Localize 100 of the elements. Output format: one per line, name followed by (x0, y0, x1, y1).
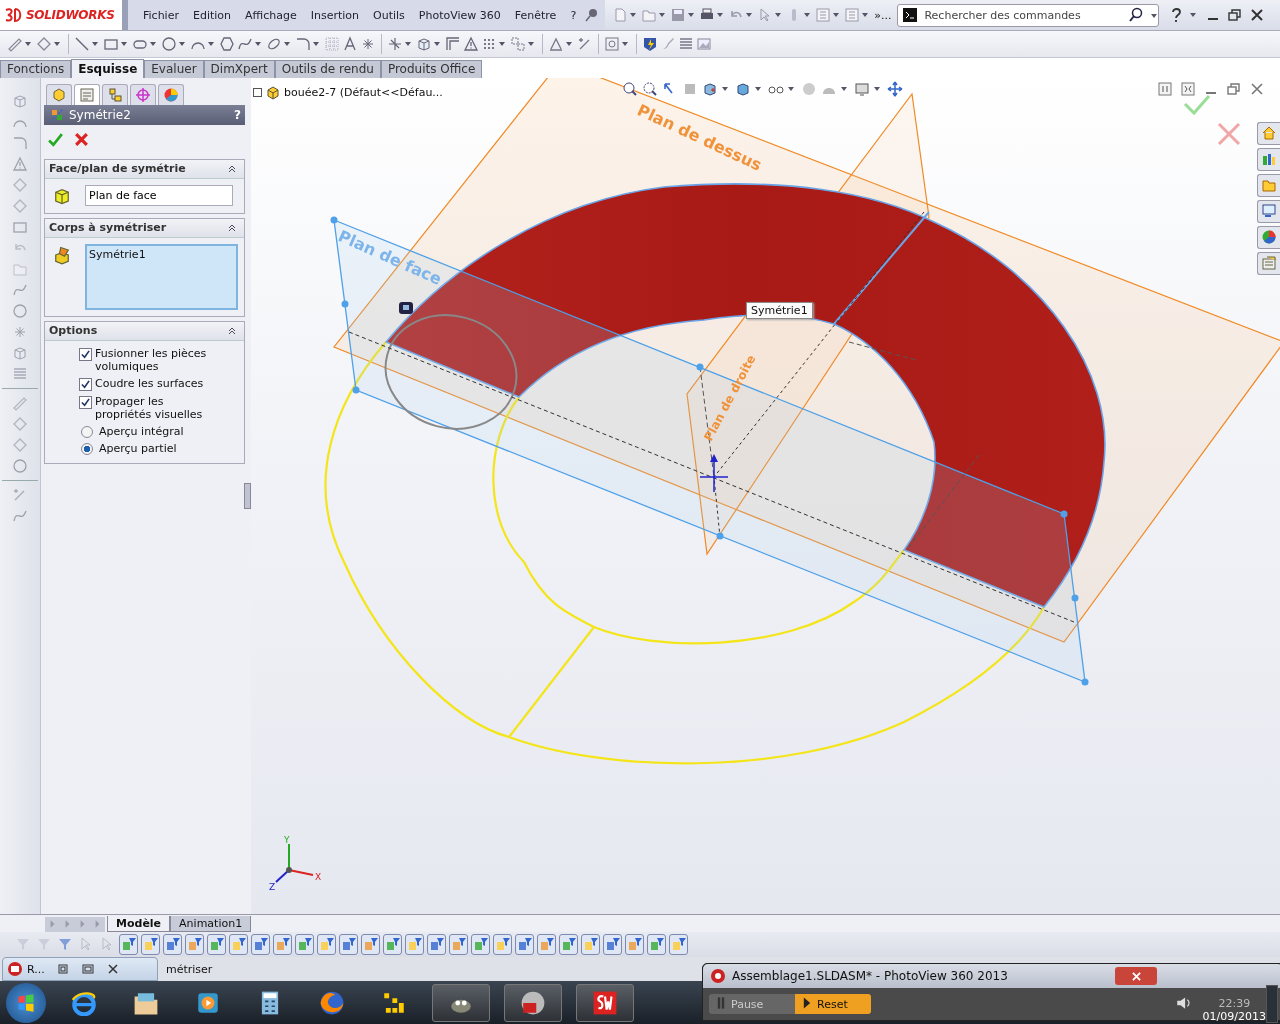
radio-button[interactable] (81, 425, 93, 438)
confirm-checkmark-icon[interactable] (1183, 94, 1211, 115)
properties-icon[interactable] (1257, 251, 1280, 275)
selection-filter-icon[interactable] (471, 933, 490, 955)
selection-filter-icon[interactable] (537, 933, 556, 955)
zoom-area-icon[interactable] (641, 79, 659, 98)
menu-item[interactable]: ? (563, 8, 584, 22)
offset-icon[interactable] (444, 34, 462, 53)
dropdown-arrow-icon[interactable] (874, 86, 880, 91)
polygon-icon[interactable] (218, 34, 236, 53)
cancel-x-icon[interactable] (72, 130, 90, 149)
menu-item[interactable]: Fenêtre (507, 8, 564, 22)
clock-date[interactable]: 01/09/2013 (1202, 1009, 1266, 1023)
menu-item[interactable]: Edition (185, 8, 238, 22)
selection-filter-icon[interactable] (273, 933, 292, 955)
tab[interactable]: Produits Office (380, 59, 483, 78)
dropdown-arrow-icon[interactable] (717, 13, 724, 17)
selection-filter-icon[interactable] (493, 933, 512, 955)
dropdown-arrow-icon[interactable] (746, 13, 753, 17)
selection-filter-icon[interactable] (405, 933, 424, 955)
menu-item[interactable]: Insertion (303, 8, 366, 22)
feature-tree-item[interactable]: bouée2-7 (Défaut<<Défau... (284, 86, 443, 100)
selection-filter-icon[interactable] (427, 933, 446, 955)
selection-filter-icon[interactable] (647, 933, 666, 955)
dropdown-arrow-icon[interactable] (659, 13, 666, 17)
more-commands[interactable]: »... (874, 8, 892, 22)
dropdown-arrow-icon[interactable] (179, 41, 185, 46)
dropdown-arrow-icon[interactable] (121, 41, 127, 46)
splitter-handle[interactable] (244, 482, 251, 509)
start-button[interactable] (6, 982, 46, 1023)
list-item[interactable]: Symétrie1 (89, 247, 234, 261)
split-view-icon[interactable] (1179, 79, 1197, 98)
selection-filter-icon[interactable] (207, 933, 226, 955)
dropdown-arrow-icon[interactable] (255, 41, 261, 46)
selection-filter-icon[interactable] (449, 933, 468, 955)
dropdown-arrow-icon[interactable] (54, 41, 60, 46)
selection-filter-icon[interactable] (295, 933, 314, 955)
tab[interactable]: Animation1 (170, 915, 252, 932)
feature-tree-tab-icon[interactable] (46, 83, 72, 105)
selection-filter-icon[interactable] (625, 933, 644, 955)
dropdown-arrow-icon[interactable] (405, 41, 411, 46)
close-button[interactable] (1115, 967, 1157, 986)
dropdown-arrow-icon[interactable] (755, 86, 761, 91)
checkbox[interactable] (79, 395, 92, 409)
dropdown-arrow-icon[interactable] (630, 13, 637, 17)
dropdown-arrow-icon[interactable] (434, 41, 440, 46)
expand-box-icon[interactable] (253, 88, 262, 98)
reset-button[interactable]: Reset (795, 994, 871, 1015)
tab[interactable]: Esquisse (71, 58, 145, 78)
selection-filter-icon[interactable] (559, 933, 578, 955)
pan-arrows-icon[interactable] (886, 79, 904, 98)
selection-filter-icon[interactable] (185, 933, 204, 955)
selection-filter-icon[interactable] (229, 933, 248, 955)
dropdown-arrow-icon[interactable] (1151, 13, 1158, 18)
selection-list-box[interactable]: Symétrie1 (85, 243, 238, 310)
menu-item[interactable]: Affichage (238, 8, 304, 22)
dropdown-arrow-icon[interactable] (688, 13, 695, 17)
selection-filter-icon[interactable] (383, 933, 402, 955)
color-wheel-tab-icon[interactable] (158, 83, 184, 105)
checkbox[interactable] (79, 347, 92, 361)
checkbox[interactable] (79, 377, 92, 391)
minimized-window[interactable]: R... (2, 957, 158, 982)
dropdown-arrow-icon[interactable] (804, 13, 811, 17)
split-view-icon[interactable] (1156, 79, 1174, 98)
dropdown-arrow-icon[interactable] (528, 41, 534, 46)
selection-filter-icon[interactable] (251, 933, 270, 955)
selection-filter-icon[interactable] (669, 933, 688, 955)
dropdown-arrow-icon[interactable] (622, 41, 628, 46)
selection-filter-icon[interactable] (581, 933, 600, 955)
dropdown-arrow-icon[interactable] (862, 13, 869, 17)
dropdown-arrow-icon[interactable] (722, 86, 728, 91)
tab[interactable]: Outils de rendu (274, 59, 381, 78)
tab[interactable]: DimXpert (203, 59, 275, 78)
menu-item[interactable]: Outils (366, 8, 412, 22)
dropdown-arrow-icon[interactable] (284, 41, 290, 46)
show-desktop-button[interactable] (1266, 985, 1278, 1024)
view-palette-icon[interactable] (1257, 199, 1280, 223)
home-icon[interactable] (1257, 121, 1280, 145)
search-field[interactable]: Rechercher des commandes (897, 3, 1160, 27)
tab[interactable]: Fonctions (0, 59, 72, 78)
selection-filter-icon[interactable] (515, 933, 534, 955)
dropdown-arrow-icon[interactable] (92, 41, 98, 46)
crosshair-tab-icon[interactable] (130, 83, 156, 105)
tab[interactable]: Evaluer (144, 59, 204, 78)
dropdown-arrow-icon[interactable] (566, 41, 572, 46)
selection-filter-icon[interactable] (141, 933, 160, 955)
dropdown-arrow-icon[interactable] (775, 13, 782, 17)
selection-filter-icon[interactable] (361, 933, 380, 955)
menu-item[interactable]: Fichier (136, 8, 186, 22)
selection-filter-icon[interactable] (603, 933, 622, 955)
pause-button[interactable]: Pause (709, 994, 795, 1015)
dropdown-arrow-icon[interactable] (833, 13, 840, 17)
circle-icon[interactable] (160, 34, 178, 53)
dropdown-arrow-icon[interactable] (25, 41, 31, 46)
tab[interactable]: Modèle (107, 915, 171, 932)
selection-filter-icon[interactable] (163, 933, 182, 955)
selection-filter-icon[interactable] (119, 933, 138, 955)
selection-filter-icon[interactable] (339, 933, 358, 955)
dropdown-arrow-icon[interactable] (208, 41, 214, 46)
library-icon[interactable] (1257, 147, 1280, 171)
